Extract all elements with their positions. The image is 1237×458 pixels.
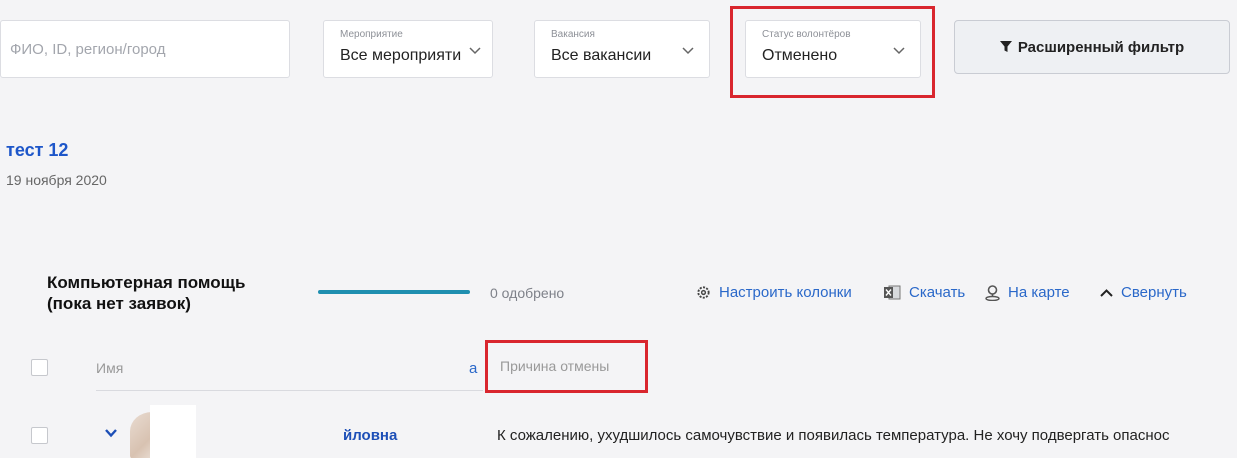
event-date: 19 ноября 2020 (6, 172, 107, 188)
header-divider (96, 390, 483, 391)
section-title-line2: (пока нет заявок) (47, 294, 191, 313)
vacancy-select-caption: Вакансия (551, 29, 595, 40)
row-checkbox[interactable] (31, 427, 48, 444)
map-pin-icon (985, 284, 1000, 301)
approved-count: 0 одобрено (490, 285, 565, 301)
section-title: Компьютерная помощь (пока нет заявок) (47, 272, 245, 314)
column-header-truncated[interactable]: а (469, 360, 477, 377)
map-link[interactable]: На карте (985, 284, 1070, 301)
configure-columns-label: Настроить колонки (719, 284, 852, 301)
approval-progress-bar (318, 290, 470, 294)
cancel-reason-label: Причина отмены (500, 358, 610, 374)
event-select-value: Все мероприяти (340, 47, 462, 64)
event-select-caption: Мероприятие (340, 29, 403, 40)
collapse-link[interactable]: Свернуть (1100, 284, 1187, 301)
filter-icon (999, 41, 1012, 52)
vacancy-select-value: Все вакансии (551, 47, 652, 64)
event-title[interactable]: тест 12 (6, 140, 68, 161)
event-select[interactable]: Мероприятие Все мероприяти (323, 20, 493, 78)
advanced-filter-button[interactable]: Расширенный фильтр (954, 20, 1230, 74)
chevron-up-icon (1100, 288, 1113, 297)
column-header-cancel-reason[interactable]: Причина отмены (485, 340, 648, 393)
column-header-name[interactable]: Имя (96, 360, 123, 376)
chevron-down-icon (469, 47, 481, 55)
advanced-filter-label: Расширенный фильтр (1017, 38, 1185, 56)
volunteer-name[interactable]: йловна (343, 427, 397, 444)
excel-icon (884, 285, 901, 300)
avatar-redaction (150, 405, 196, 458)
search-input[interactable]: ФИО, ID, регион/город (0, 20, 290, 78)
select-all-checkbox[interactable] (31, 359, 48, 376)
status-highlight-frame (730, 6, 935, 98)
collapse-label: Свернуть (1121, 284, 1187, 301)
download-label: Скачать (909, 284, 966, 301)
download-link[interactable]: Скачать (884, 284, 965, 301)
configure-columns-link[interactable]: Настроить колонки (696, 284, 852, 301)
map-label: На карте (1008, 284, 1070, 301)
chevron-down-icon (682, 47, 694, 55)
search-placeholder: ФИО, ID, регион/город (10, 40, 166, 58)
chevron-down-icon[interactable] (104, 428, 118, 438)
gear-icon (697, 286, 710, 299)
cancel-reason-cell: К сожалению, ухудшилось самочувствие и п… (497, 427, 1170, 444)
vacancy-select[interactable]: Вакансия Все вакансии (534, 20, 710, 78)
section-title-line1: Компьютерная помощь (47, 273, 246, 292)
